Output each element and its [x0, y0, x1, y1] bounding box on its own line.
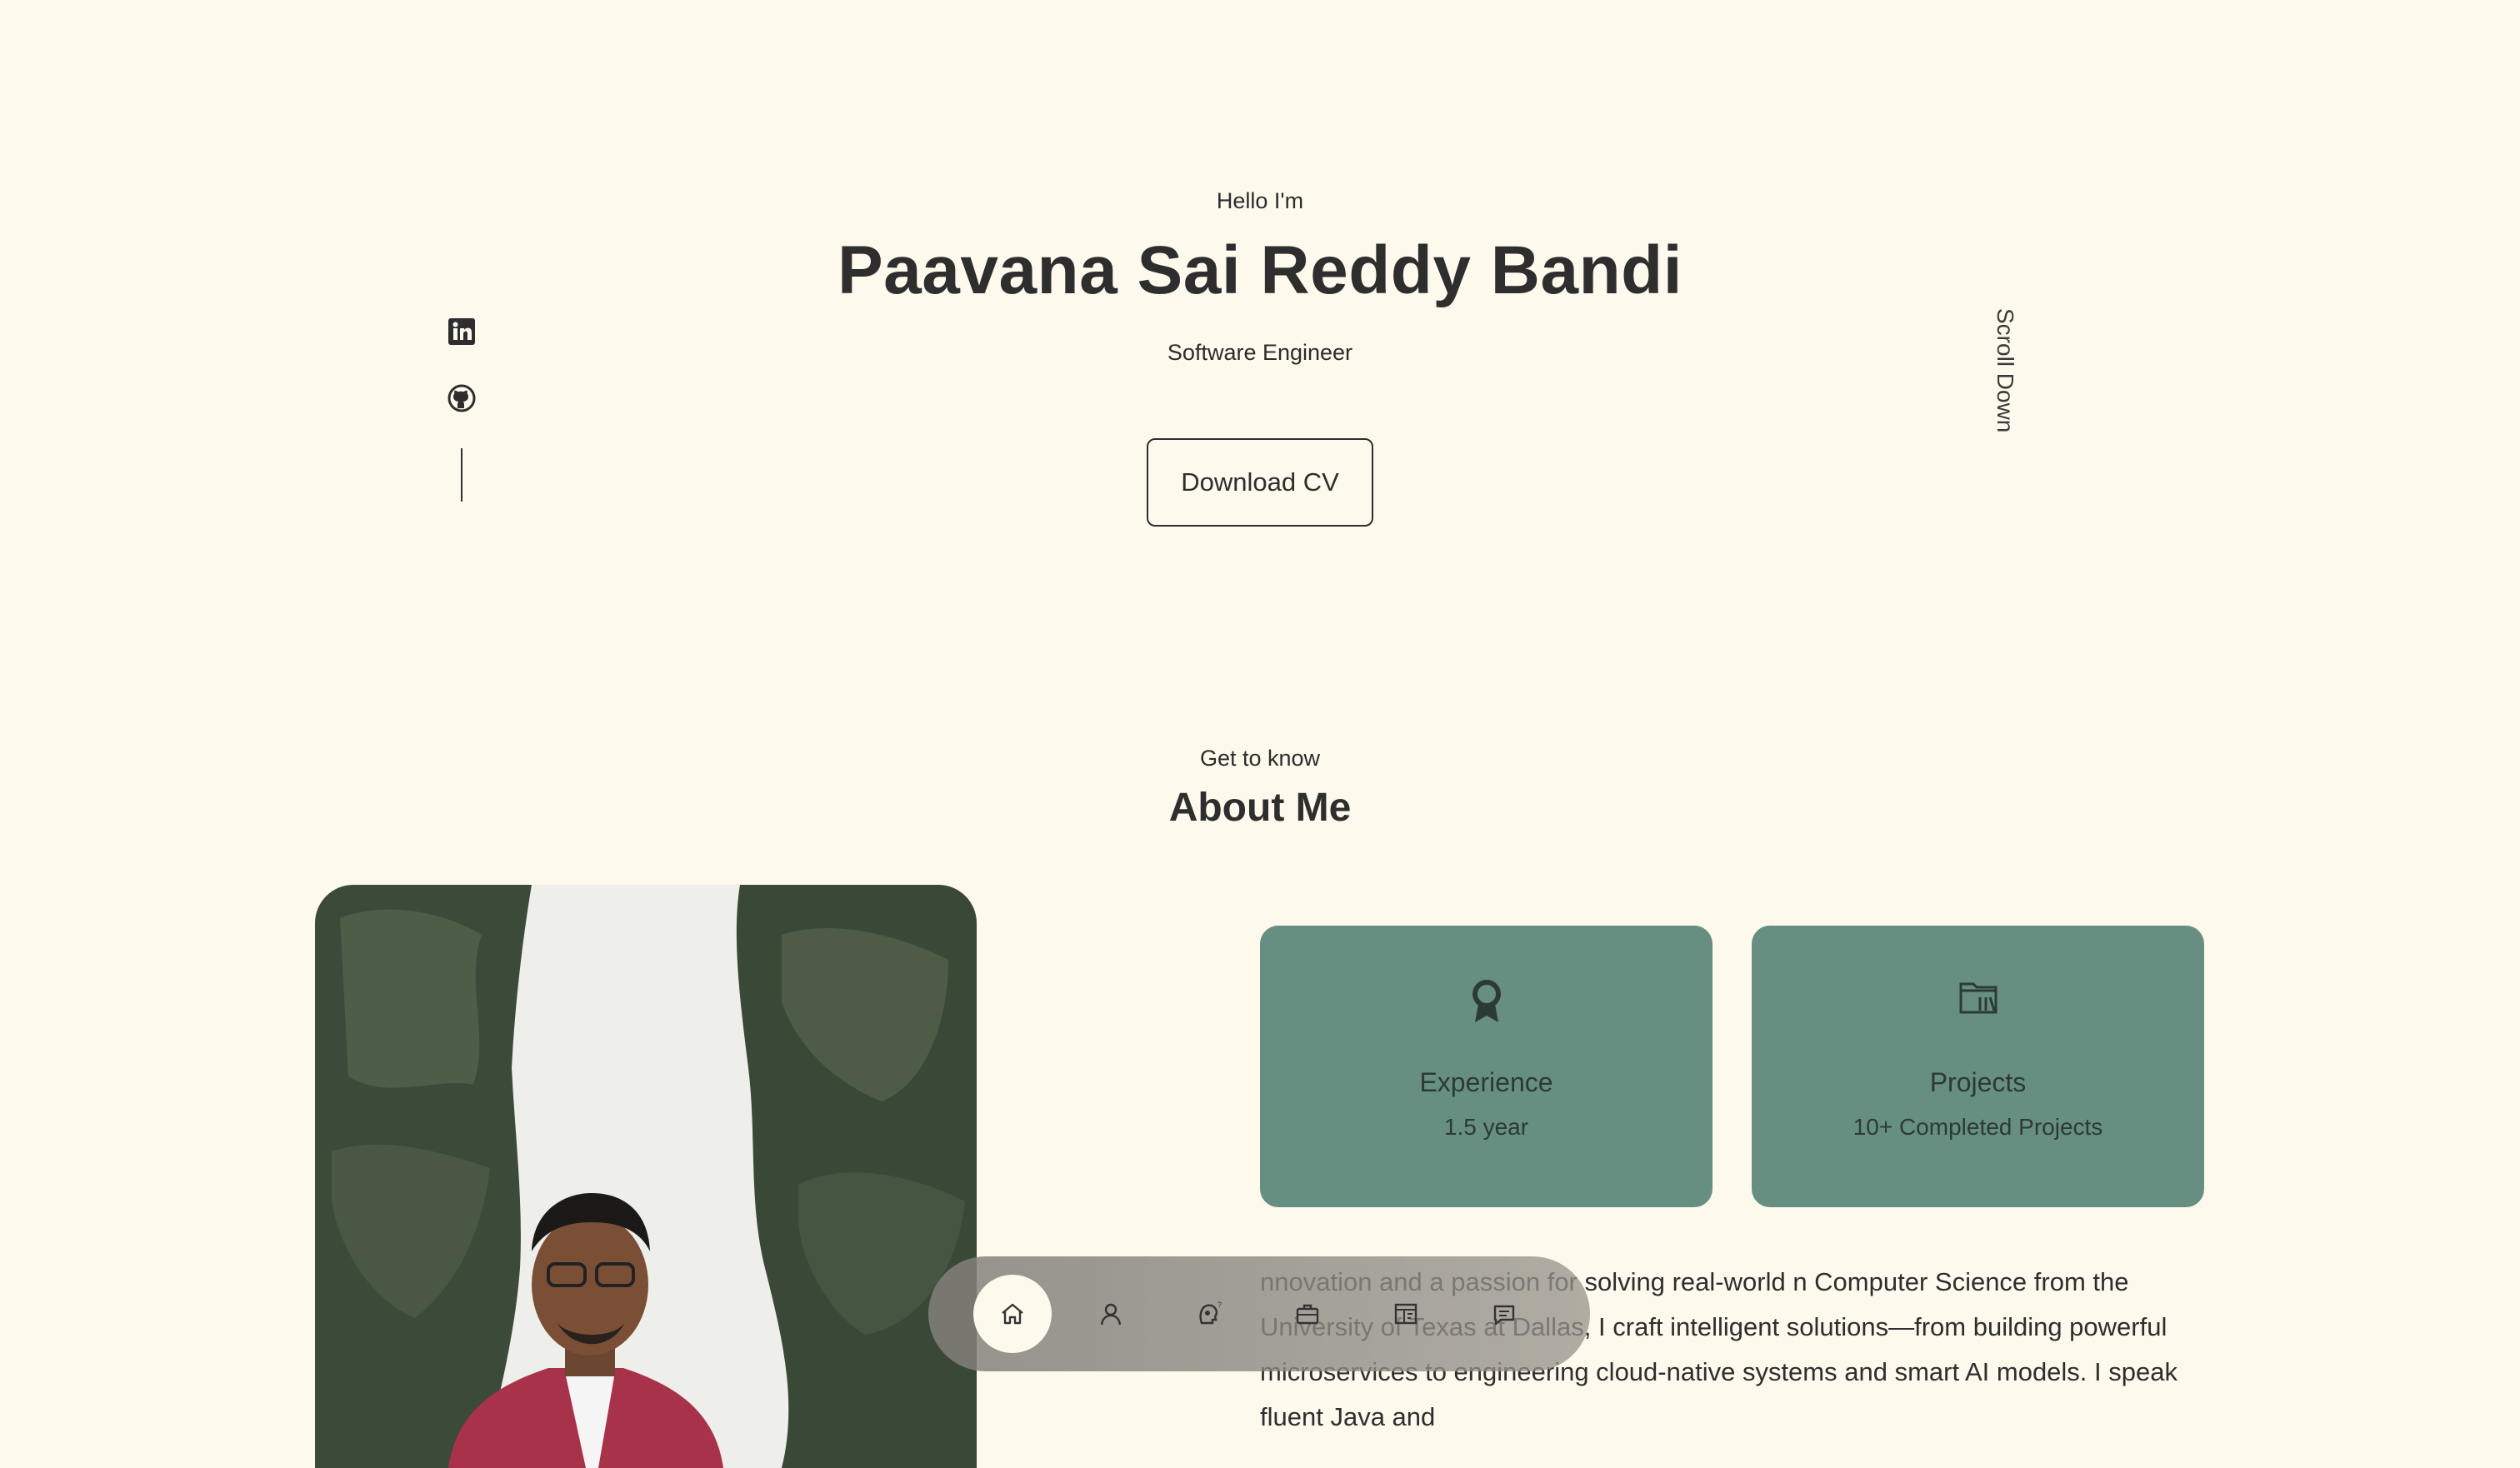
nav-contact[interactable]	[1465, 1275, 1543, 1353]
user-icon	[1100, 1303, 1122, 1326]
projects-icon	[1394, 1303, 1418, 1325]
card-title: Projects	[1929, 1067, 2027, 1097]
home-icon	[1002, 1303, 1023, 1325]
github-icon[interactable]	[447, 383, 477, 413]
hero-greeting: Hello I'm	[1216, 188, 1304, 213]
hero-name: Paavana Sai Reddy Bandi	[837, 232, 1683, 308]
about-title: About Me	[1168, 786, 1352, 830]
nav-projects[interactable]	[1367, 1275, 1445, 1353]
about-subtitle: Get to know	[1199, 746, 1321, 771]
briefcase-icon	[1296, 1304, 1319, 1325]
linkedin-icon[interactable]	[447, 317, 477, 347]
nav-home[interactable]	[973, 1275, 1052, 1353]
nav-about[interactable]	[1072, 1275, 1150, 1353]
experience-card: Experience 1.5 year	[1260, 926, 1712, 1207]
skills-icon: ?	[1199, 1301, 1222, 1325]
bottom-nav: ?	[928, 1256, 1590, 1371]
social-links	[447, 317, 477, 502]
social-divider-line	[461, 448, 462, 502]
nav-experience[interactable]	[1268, 1275, 1347, 1353]
card-value: 10+ Completed Projects	[1852, 1114, 2103, 1140]
card-value: 1.5 year	[1443, 1114, 1529, 1140]
svg-text:?: ?	[1218, 1301, 1222, 1309]
card-title: Experience	[1419, 1067, 1553, 1097]
nav-skills[interactable]: ?	[1170, 1275, 1248, 1353]
folder-icon	[1959, 982, 1997, 1014]
award-icon	[1472, 980, 1501, 1022]
profile-photo	[315, 885, 977, 1468]
projects-card: Projects 10+ Completed Projects	[1752, 926, 2204, 1207]
download-cv-button[interactable]: Download CV	[1147, 438, 1373, 527]
hero-role: Software Engineer	[1167, 340, 1353, 365]
message-icon	[1493, 1305, 1515, 1326]
scroll-down-link[interactable]: Scroll Down	[1992, 308, 2018, 432]
